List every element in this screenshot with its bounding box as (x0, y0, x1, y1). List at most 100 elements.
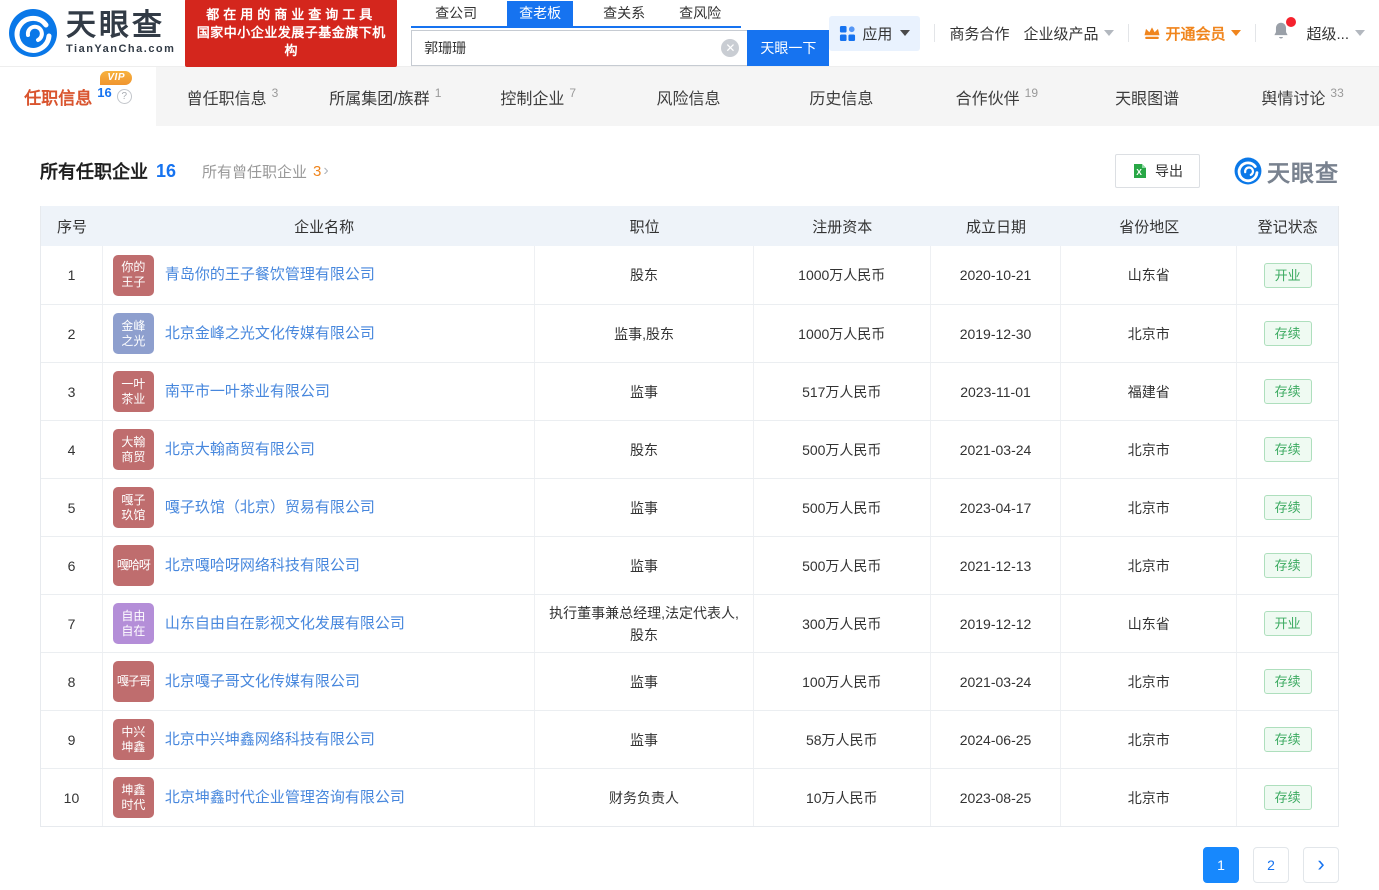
nav-tab-label: 历史信息 (809, 90, 874, 108)
apps-menu[interactable]: 应用 (829, 15, 921, 51)
status-badge[interactable]: 存续 (1263, 553, 1312, 578)
chevron-down-icon (1104, 30, 1115, 36)
nav-tab[interactable]: 历史信息 (768, 67, 921, 126)
nav-tab[interactable]: 合作伙伴 19 (920, 67, 1073, 126)
company-logo[interactable]: 坤鑫 时代 (112, 777, 154, 818)
search-tab[interactable]: 查关系 (599, 1, 649, 26)
search-tab[interactable]: 查老板 (507, 0, 574, 26)
region-cell: 山东省 (1061, 595, 1238, 652)
tianyancha-swirl-icon (1234, 157, 1262, 185)
vip-badge: VIP (100, 71, 132, 85)
region-cell: 山东省 (1061, 246, 1238, 304)
nav-tab-label: 风险信息 (656, 90, 721, 108)
nav-tab[interactable]: 控制企业 7 (462, 67, 615, 126)
company-logo[interactable]: 金峰 之光 (112, 313, 154, 354)
company-logo[interactable]: 自由 自在 (112, 603, 154, 644)
position-cell: 监事 (535, 479, 754, 536)
company-cell: 你的 王子 青岛你的王子餐饮管理有限公司 (103, 246, 536, 304)
table-row: 4 大翰 商贸 北京大翰商贸有限公司 股东 500万人民币 2021-03-24… (41, 420, 1338, 478)
top-header: 天眼查 TianYanCha.com 都在用的商业查询工具 国家中小企业发展子基… (0, 0, 1379, 67)
nav-tab[interactable]: 舆情讨论 33 (1226, 67, 1379, 126)
export-button[interactable]: X 导出 (1115, 154, 1200, 188)
row-number: 5 (41, 479, 103, 536)
status-badge[interactable]: 存续 (1263, 669, 1312, 694)
search-tab[interactable]: 查公司 (431, 1, 481, 26)
open-vip-link[interactable]: 开通会员 (1143, 23, 1242, 44)
status-cell: 开业 (1237, 595, 1338, 652)
capital-cell: 300万人民币 (754, 595, 931, 652)
nav-tab[interactable]: 天眼图谱 (1073, 67, 1226, 126)
page-buttons: 12 (1203, 847, 1289, 883)
status-badge[interactable]: 存续 (1263, 437, 1312, 462)
nav-tab[interactable]: 所属集团/族群 1 (309, 67, 462, 126)
page-button-2[interactable]: 2 (1253, 847, 1289, 883)
company-logo[interactable]: 中兴 坤鑫 (112, 719, 154, 760)
watermark-label: 天眼查 (1267, 160, 1339, 186)
table-header-row: 序号 企业名称 职位 注册资本 成立日期 省份地区 登记状态 (41, 206, 1338, 246)
next-page-button[interactable]: › (1303, 847, 1339, 883)
company-name-link[interactable]: 北京嘎子哥文化传媒有限公司 (165, 671, 360, 693)
region-cell: 北京市 (1061, 305, 1238, 362)
capital-cell: 10万人民币 (754, 769, 931, 826)
search-button[interactable]: 天眼一下 (747, 29, 830, 66)
company-cell: 坤鑫 时代 北京坤鑫时代企业管理咨询有限公司 (103, 769, 536, 826)
company-logo[interactable]: 嘎哈呀 (112, 545, 154, 586)
table-row: 1 你的 王子 青岛你的王子餐饮管理有限公司 股东 1000万人民币 2020-… (41, 246, 1338, 304)
nav-enterprise-products[interactable]: 企业级产品 (1023, 23, 1115, 44)
company-logo[interactable]: 嘎子哥 (112, 661, 154, 702)
company-name-link[interactable]: 北京嘎哈呀网络科技有限公司 (165, 555, 360, 577)
table-row: 2 金峰 之光 北京金峰之光文化传媒有限公司 监事,股东 1000万人民币 20… (41, 304, 1338, 362)
status-badge[interactable]: 存续 (1263, 785, 1312, 810)
table-row: 3 一叶 茶业 南平市一叶茶业有限公司 监事 517万人民币 2023-11-0… (41, 362, 1338, 420)
company-name-link[interactable]: 嘎子玖馆（北京）贸易有限公司 (165, 497, 375, 519)
status-cell: 存续 (1237, 653, 1338, 710)
apps-grid-icon (840, 25, 856, 41)
status-badge[interactable]: 存续 (1263, 727, 1312, 752)
company-logo[interactable]: 大翰 商贸 (112, 429, 154, 470)
notifications-bell[interactable] (1270, 16, 1297, 47)
status-badge[interactable]: 开业 (1263, 611, 1312, 636)
row-number: 7 (41, 595, 103, 652)
divider (1255, 24, 1257, 42)
company-logo[interactable]: 一叶 茶业 (112, 371, 154, 412)
status-badge[interactable]: 存续 (1263, 379, 1312, 404)
date-cell: 2024-06-25 (931, 711, 1062, 768)
page-button-1[interactable]: 1 (1203, 847, 1239, 883)
help-icon[interactable]: ? (116, 89, 132, 104)
status-cell: 存续 (1237, 305, 1338, 362)
status-cell: 存续 (1237, 421, 1338, 478)
row-number: 4 (41, 421, 103, 478)
company-name-link[interactable]: 南平市一叶茶业有限公司 (165, 381, 330, 403)
nav-tab[interactable]: 曾任职信息 3 (156, 67, 309, 126)
status-badge[interactable]: 存续 (1263, 495, 1312, 520)
company-name-link[interactable]: 北京金峰之光文化传媒有限公司 (165, 323, 375, 345)
company-name-link[interactable]: 青岛你的王子餐饮管理有限公司 (165, 264, 375, 286)
position-cell: 监事 (535, 653, 754, 710)
nav-tab[interactable]: 风险信息 (615, 67, 768, 126)
enterprise-label: 企业级产品 (1023, 25, 1099, 43)
row-number: 6 (41, 537, 103, 594)
company-name-link[interactable]: 北京中兴坤鑫网络科技有限公司 (165, 729, 375, 751)
clear-icon[interactable]: ✕ (721, 38, 740, 57)
status-badge[interactable]: 开业 (1263, 262, 1312, 288)
company-name-link[interactable]: 山东自由自在影视文化发展有限公司 (165, 613, 405, 635)
chevron-down-icon (1355, 30, 1365, 36)
promo-banner: 都在用的商业查询工具 国家中小企业发展子基金旗下机构 (185, 0, 398, 67)
svg-text:X: X (1136, 167, 1142, 177)
site-logo[interactable]: 天眼查 TianYanCha.com (8, 8, 175, 58)
company-logo[interactable]: 嘎子 玖馆 (112, 487, 154, 528)
former-positions-link[interactable]: 所有曾任职企业 3 › (202, 161, 329, 182)
table-row: 8 嘎子哥 北京嘎子哥文化传媒有限公司 监事 100万人民币 2021-03-2… (41, 652, 1338, 710)
position-cell: 监事 (535, 711, 754, 768)
search-input[interactable] (411, 29, 748, 66)
status-badge[interactable]: 存续 (1263, 321, 1312, 346)
company-name-link[interactable]: 北京坤鑫时代企业管理咨询有限公司 (165, 787, 405, 809)
user-menu[interactable]: 超级... (1306, 23, 1365, 44)
tianyancha-swirl-icon (9, 9, 57, 57)
nav-cooperation[interactable]: 商务合作 (949, 23, 1009, 44)
nav-tab[interactable]: VIP 任职信息 16 ? (0, 67, 156, 126)
company-name-link[interactable]: 北京大翰商贸有限公司 (165, 439, 315, 461)
company-logo[interactable]: 你的 王子 (112, 254, 154, 296)
search-tab[interactable]: 查风险 (675, 1, 725, 26)
nav-tab-label: 曾任职信息 (186, 90, 267, 108)
